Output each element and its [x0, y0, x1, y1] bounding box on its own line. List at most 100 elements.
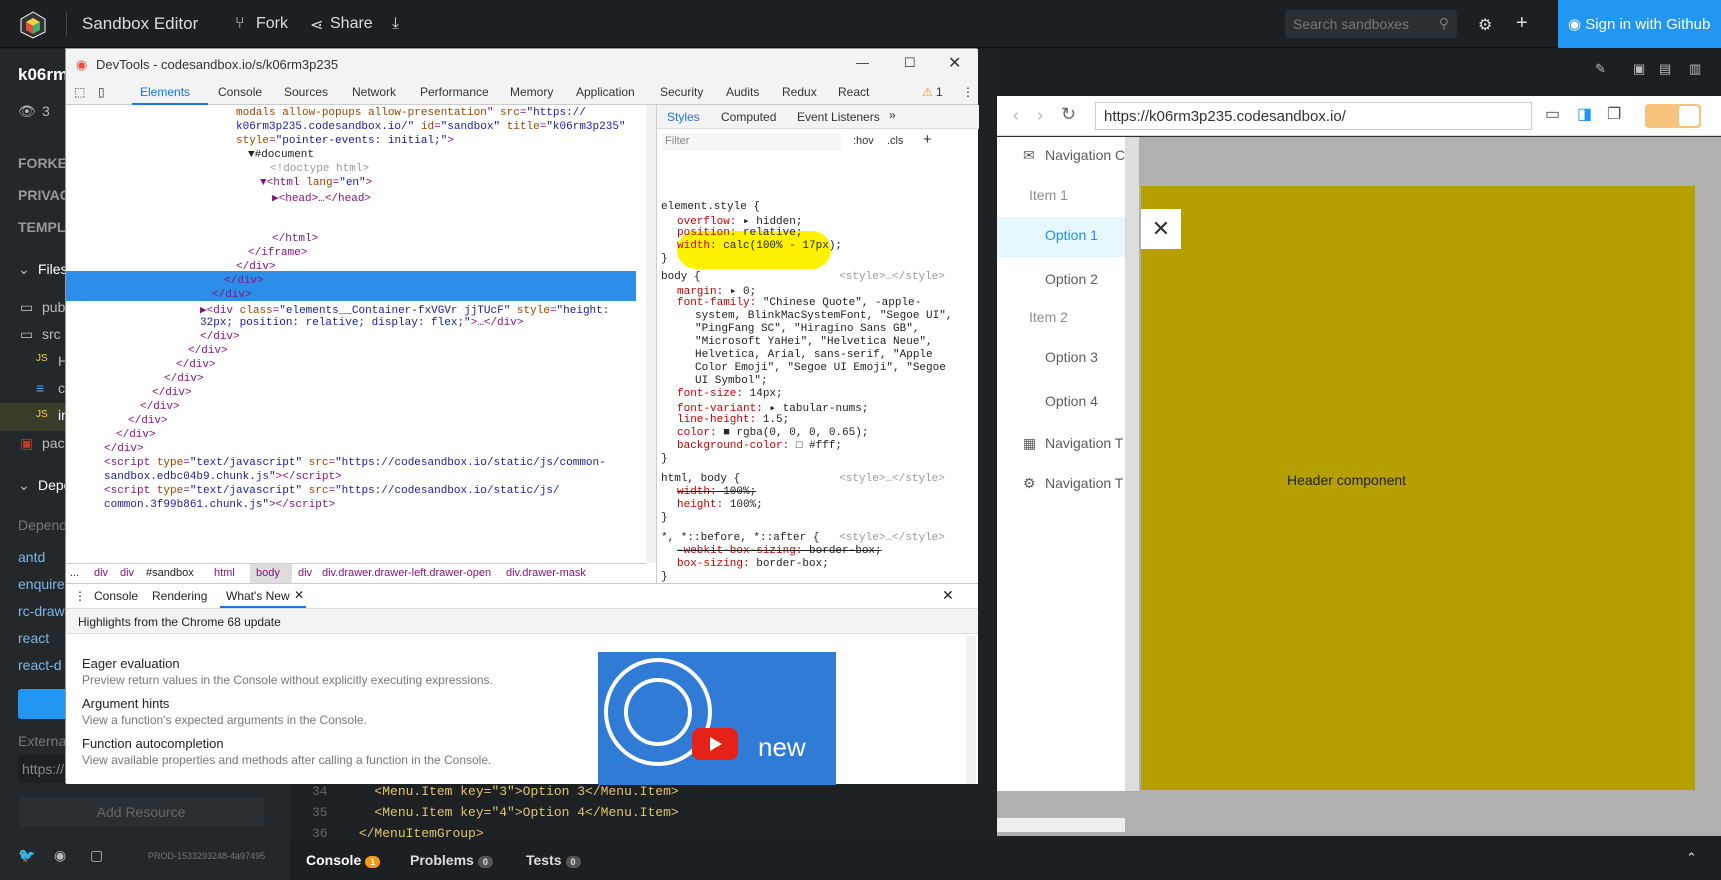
toggle-switch[interactable]	[1645, 104, 1701, 128]
menu-item-navigation-one[interactable]: Navigation C	[1045, 147, 1125, 163]
close-icon[interactable]: ✕	[948, 53, 961, 73]
menu-item-navigation-two[interactable]: Navigation T	[1045, 435, 1123, 451]
close-drawer-icon[interactable]: ✕	[942, 587, 954, 604]
drawer-menu-icon[interactable]: ⋮	[74, 589, 86, 603]
tab-redux[interactable]: Redux	[782, 85, 817, 99]
breadcrumb-item[interactable]: html	[214, 567, 235, 579]
codesandbox-logo-icon[interactable]	[18, 10, 48, 40]
sign-in-button[interactable]: ◉ Sign in with Github	[1558, 0, 1721, 48]
dependency-item[interactable]: rc-draw	[18, 603, 65, 619]
cls-toggle[interactable]: .cls	[887, 135, 904, 147]
gear-icon[interactable]: ⚙	[1478, 15, 1492, 35]
dependency-item[interactable]: react-d	[18, 657, 62, 673]
github-icon[interactable]: ◉	[54, 847, 66, 864]
add-rule-icon[interactable]: +	[923, 131, 932, 148]
split-icon[interactable]: ▥	[1689, 61, 1701, 77]
tab-elements[interactable]: Elements	[140, 85, 190, 99]
twitter-icon[interactable]: 🐦	[18, 847, 35, 864]
tab-network[interactable]: Network	[352, 85, 396, 99]
files-header[interactable]: Files	[38, 261, 68, 277]
dependency-item[interactable]: enquire	[18, 576, 65, 592]
refresh-icon[interactable]: ↻	[1061, 104, 1076, 125]
drawer-tab-console[interactable]: Console	[94, 589, 138, 603]
elements-scrollbar[interactable]	[646, 105, 656, 563]
mail-icon: ✉	[1023, 147, 1035, 163]
tab-audits[interactable]: Audits	[726, 85, 759, 99]
breadcrumb-item[interactable]: div	[298, 567, 312, 579]
tab-console[interactable]: Console	[218, 85, 262, 99]
dock-right-icon[interactable]: ◨	[1577, 104, 1592, 124]
url-input[interactable]: https://k06rm3p235.codesandbox.io/	[1095, 102, 1532, 130]
breadcrumb-item[interactable]: div	[94, 567, 108, 579]
forward-icon[interactable]: ›	[1037, 105, 1043, 126]
hov-toggle[interactable]: :hov	[853, 135, 874, 147]
breadcrumb-item[interactable]: body	[256, 567, 280, 579]
menu-item-navigation-three[interactable]: Navigation T	[1045, 475, 1123, 491]
breadcrumb-item[interactable]: div.drawer.drawer-left.drawer-open	[322, 567, 491, 579]
inspect-icon[interactable]: ⬚	[74, 85, 85, 99]
file-item-src[interactable]: src	[42, 326, 61, 342]
breadcrumb-item[interactable]: div	[120, 567, 134, 579]
console-tab[interactable]: Console 1	[306, 852, 381, 868]
menu-item-option-4[interactable]: Option 4	[1045, 393, 1098, 409]
terminal-icon[interactable]: ▤	[1659, 61, 1671, 77]
tab-sources[interactable]: Sources	[284, 85, 328, 99]
fork-button[interactable]: Fork	[256, 15, 288, 33]
external-resource-input[interactable]: https://	[18, 755, 68, 783]
file-item-package[interactable]: pac	[42, 435, 65, 451]
download-icon[interactable]: ⤓	[392, 15, 399, 33]
menu-item-option-2[interactable]: Option 2	[1045, 271, 1098, 287]
video-thumbnail[interactable]: new	[598, 652, 836, 785]
close-button[interactable]: ✕	[1141, 209, 1181, 249]
menu-item-option-1[interactable]: Option 1	[1045, 227, 1098, 243]
dock-bottom-icon[interactable]: ▭	[1545, 104, 1560, 124]
dependency-item[interactable]: react	[18, 630, 49, 646]
more-icon[interactable]: ⋮	[962, 85, 974, 99]
tab-event-listeners[interactable]: Event Listeners	[797, 110, 880, 124]
chevron-down-icon[interactable]: ⌄	[18, 477, 30, 494]
file-item-public[interactable]: pub	[42, 299, 65, 315]
problems-tab[interactable]: Problems 0	[410, 852, 493, 868]
chevron-down-icon[interactable]: ⌄	[18, 261, 30, 278]
share-button[interactable]: Share	[330, 15, 373, 33]
drawer-tab-rendering[interactable]: Rendering	[152, 589, 207, 603]
add-resource-button[interactable]: Add Resource	[18, 797, 264, 827]
tab-security[interactable]: Security	[660, 85, 703, 99]
selected-node-row[interactable]	[66, 271, 636, 301]
file-item-c[interactable]: c	[58, 380, 65, 396]
menu-scrollbar[interactable]	[1125, 137, 1139, 791]
tab-styles[interactable]: Styles	[667, 110, 700, 124]
styles-filter-input[interactable]: Filter	[661, 133, 841, 151]
youtube-play-icon[interactable]	[692, 728, 738, 760]
search-input[interactable]: Search sandboxes ⚲	[1285, 10, 1457, 38]
tab-memory[interactable]: Memory	[510, 85, 553, 99]
undock-icon[interactable]: ❐	[1607, 104, 1621, 124]
dependency-item[interactable]: antd	[18, 549, 45, 565]
warning-icon[interactable]: ⚠	[922, 85, 933, 99]
discord-icon[interactable]: ▢	[90, 847, 103, 864]
plus-icon[interactable]: +	[1516, 12, 1528, 35]
back-icon[interactable]: ‹	[1013, 105, 1019, 126]
tests-tab[interactable]: Tests 0	[526, 852, 581, 868]
tab-react[interactable]: React	[838, 85, 869, 99]
maximize-icon[interactable]: ☐	[904, 55, 916, 71]
breadcrumb-item[interactable]: #sandbox	[146, 567, 194, 579]
add-dependency-button[interactable]	[18, 689, 68, 719]
drawer-scrollbar[interactable]	[966, 636, 976, 784]
more-tabs-icon[interactable]: »	[889, 108, 896, 122]
browser-icon[interactable]: ▣	[1633, 61, 1645, 77]
elements-tree[interactable]: modals allow-popups allow-presentation" …	[66, 105, 646, 511]
close-tab-icon[interactable]: ✕	[294, 588, 304, 602]
breadcrumb-item[interactable]: ...	[70, 567, 79, 579]
tab-application[interactable]: Application	[576, 85, 635, 99]
breadcrumb-item[interactable]: div.drawer-mask	[506, 567, 586, 579]
horizontal-scrollbar[interactable]	[997, 818, 1125, 832]
edit-icon[interactable]: ✎	[1595, 61, 1606, 77]
tab-performance[interactable]: Performance	[420, 85, 489, 99]
minimize-icon[interactable]: —	[856, 55, 869, 70]
tab-computed[interactable]: Computed	[721, 110, 776, 124]
chevron-up-icon[interactable]: ⌃	[1686, 850, 1697, 866]
device-toggle-icon[interactable]: ▯	[98, 85, 105, 99]
drawer-tab-whats-new[interactable]: What's New	[226, 589, 290, 603]
menu-item-option-3[interactable]: Option 3	[1045, 349, 1098, 365]
